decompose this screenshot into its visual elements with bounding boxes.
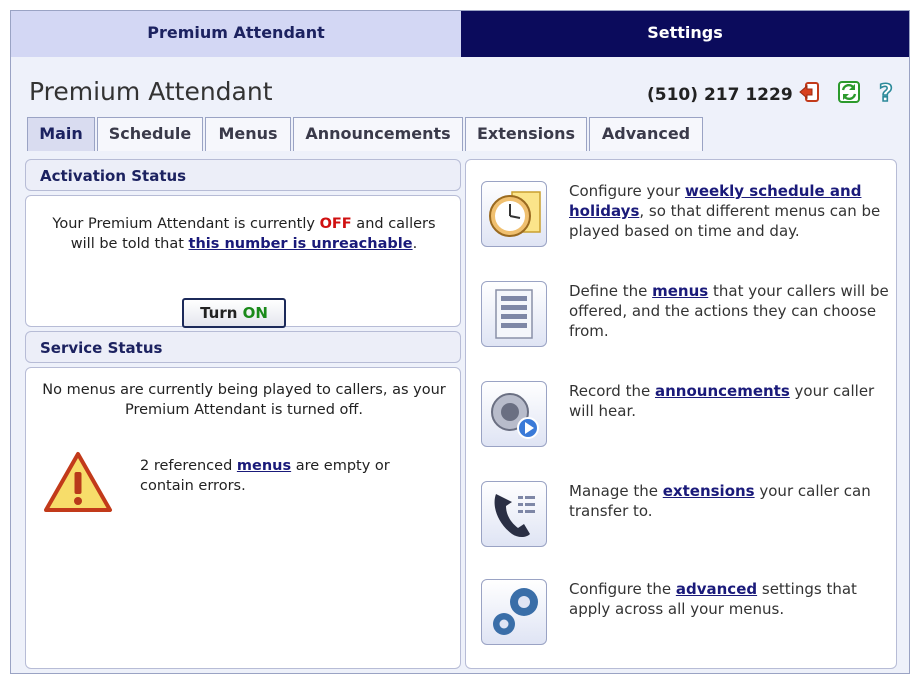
activation-message: Your Premium Attendant is currently OFF …: [46, 214, 442, 254]
warning-icon: [42, 450, 114, 516]
activation-text: Your Premium Attendant is currently: [52, 216, 320, 232]
menus-description: Define the menus that your callers will …: [569, 281, 899, 341]
advanced-description: Configure the advanced settings that app…: [569, 579, 899, 619]
feature-schedule: Configure your weekly schedule and holid…: [481, 181, 901, 253]
activation-status-heading: Activation Status: [25, 159, 461, 191]
top-tab-bar: Premium Attendant Settings: [11, 11, 909, 57]
extensions-link[interactable]: extensions: [663, 482, 755, 500]
warning-message: 2 referenced menus are empty or contain …: [140, 456, 440, 496]
svg-text:?: ?: [879, 80, 893, 104]
service-status-panel: No menus are currently being played to c…: [25, 367, 461, 669]
top-tab-premium-attendant[interactable]: Premium Attendant: [11, 11, 461, 57]
feature-text: Configure your: [569, 182, 685, 200]
refresh-icon[interactable]: [837, 80, 861, 104]
exit-icon[interactable]: [797, 80, 821, 104]
activation-text-3: .: [412, 236, 418, 252]
feature-menus: Define the menus that your callers will …: [481, 281, 901, 353]
menus-link-warning[interactable]: menus: [237, 458, 291, 474]
tab-announcements[interactable]: Announcements: [293, 117, 463, 151]
tab-extensions[interactable]: Extensions: [465, 117, 587, 151]
menus-link[interactable]: menus: [652, 282, 708, 300]
tab-advanced[interactable]: Advanced: [589, 117, 703, 151]
extensions-description: Manage the extensions your caller can tr…: [569, 481, 899, 521]
page-title: Premium Attendant: [29, 77, 273, 106]
phone-number: (510) 217 1229: [647, 85, 793, 105]
announcements-description: Record the announcements your caller wil…: [569, 381, 899, 421]
turn-label: Turn: [200, 304, 243, 322]
gears-icon[interactable]: [481, 579, 547, 645]
app-window: Premium Attendant Settings Premium Atten…: [10, 10, 910, 674]
feature-text: Record the: [569, 382, 655, 400]
feature-advanced: Configure the advanced settings that app…: [481, 579, 901, 651]
advanced-link[interactable]: advanced: [676, 580, 757, 598]
page-header: Premium Attendant (510) 217 1229 ?: [11, 59, 909, 115]
unreachable-link[interactable]: this number is unreachable: [189, 236, 413, 252]
feature-announcements: Record the announcements your caller wil…: [481, 381, 901, 453]
turn-on-button[interactable]: Turn ON: [182, 298, 286, 328]
tab-main[interactable]: Main: [27, 117, 95, 151]
clock-calendar-icon[interactable]: [481, 181, 547, 247]
tab-menus[interactable]: Menus: [205, 117, 291, 151]
feature-extensions: Manage the extensions your caller can tr…: [481, 481, 901, 553]
service-status-heading: Service Status: [25, 331, 461, 363]
phone-icon[interactable]: [481, 481, 547, 547]
menu-list-icon[interactable]: [481, 281, 547, 347]
top-tab-settings[interactable]: Settings: [461, 11, 909, 57]
feature-text: Configure the: [569, 580, 676, 598]
feature-text: Manage the: [569, 482, 663, 500]
schedule-description: Configure your weekly schedule and holid…: [569, 181, 899, 241]
speaker-icon[interactable]: [481, 381, 547, 447]
on-label: ON: [242, 304, 268, 322]
activation-status-panel: Your Premium Attendant is currently OFF …: [25, 195, 461, 328]
tab-schedule[interactable]: Schedule: [97, 117, 203, 151]
off-status: OFF: [319, 216, 352, 232]
announcements-link[interactable]: announcements: [655, 382, 790, 400]
feature-text: Define the: [569, 282, 653, 300]
service-message: No menus are currently being played to c…: [42, 382, 446, 418]
help-icon[interactable]: ?: [875, 78, 899, 108]
warning-text: 2 referenced: [140, 458, 237, 474]
